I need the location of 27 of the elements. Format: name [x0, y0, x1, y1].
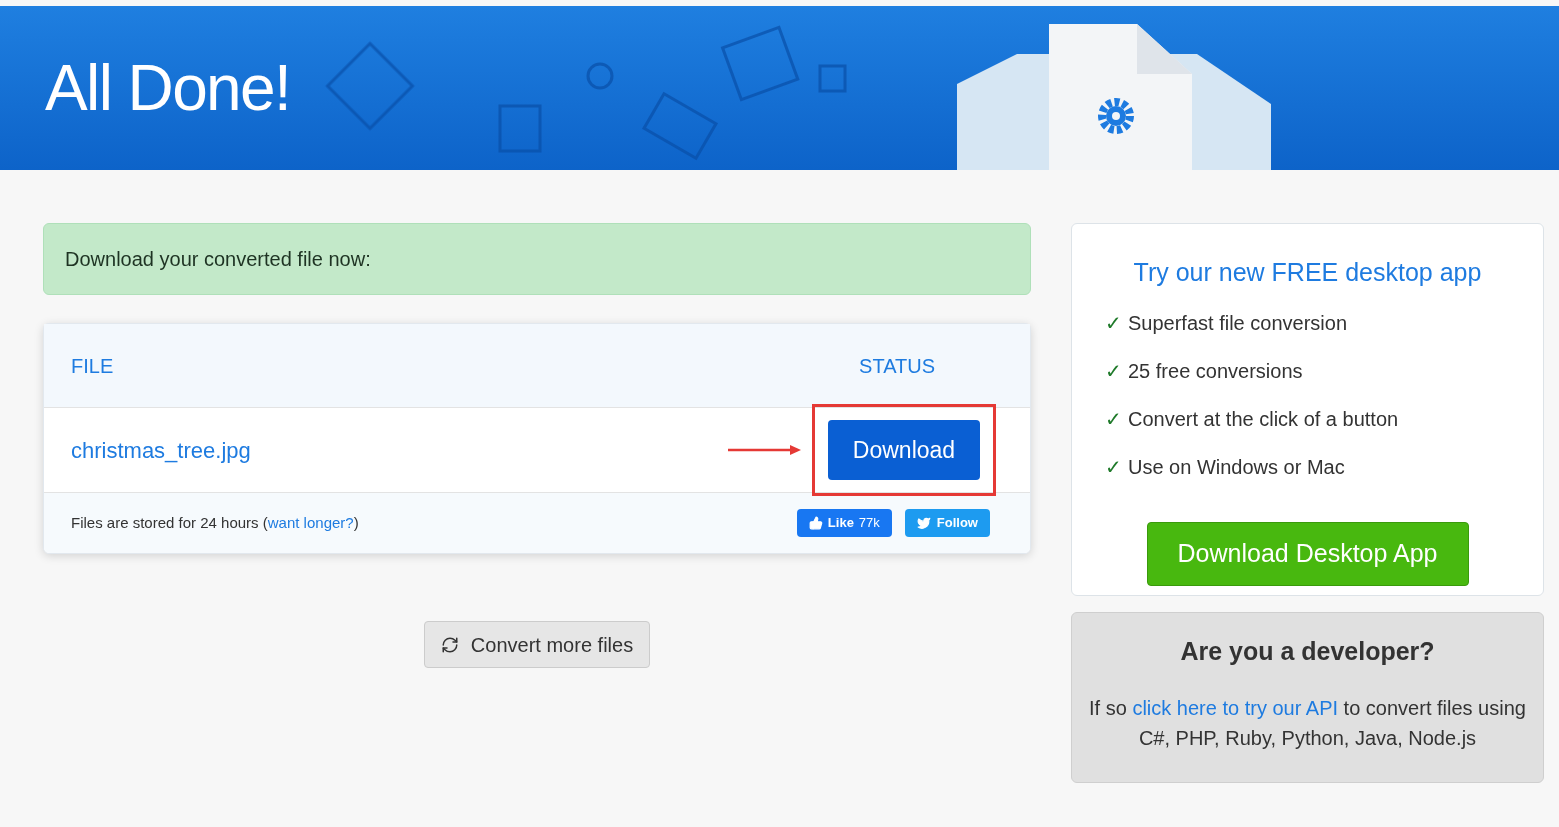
feature-text: Use on Windows or Mac — [1128, 454, 1345, 480]
column-header: FILE — [71, 353, 115, 379]
developer-title: Are you a developer? — [1180, 636, 1435, 667]
file-link[interactable]: christmas_tree.jpg — [71, 433, 728, 467]
developer-text: If so click here to try our API to convert files using C#, PHP, Ruby, Python, Java, Node.js — [1088, 695, 1527, 751]
want-longer-link[interactable]: want longer? — [267, 513, 354, 531]
column-header: STATUS — [859, 353, 935, 379]
success-notice: Download your converted file now: — [43, 223, 1031, 295]
api-link[interactable]: click here to try our API — [1132, 696, 1339, 719]
check-mark: ✓ — [1105, 454, 1122, 480]
desktop-app-title: Try our new FREE desktop app — [1133, 257, 1482, 288]
check-mark: ✓ — [1105, 310, 1122, 336]
check-mark: ✓ — [1105, 358, 1122, 384]
feature-text: Convert at the click of a button — [1128, 406, 1399, 432]
like-button[interactable]: Like 77k — [796, 509, 892, 537]
convert-more-button[interactable]: Convert more files — [423, 621, 651, 668]
feature-text: 25 free conversions — [1128, 358, 1303, 384]
storage-note: Files are stored for 24 hours (want longer?) — [71, 512, 360, 533]
page-title: All Done! — [45, 51, 291, 126]
bird-icon — [916, 516, 931, 530]
thumbs-up-icon — [808, 516, 823, 530]
feature-text: Superfast file conversion — [1128, 310, 1347, 336]
download-button[interactable]: Download — [828, 420, 980, 480]
refresh-icon — [440, 635, 459, 654]
download-desktop-app-button[interactable]: Download Desktop App — [1146, 521, 1469, 586]
follow-button[interactable]: Follow — [904, 509, 990, 537]
check-mark: ✓ — [1105, 406, 1122, 432]
